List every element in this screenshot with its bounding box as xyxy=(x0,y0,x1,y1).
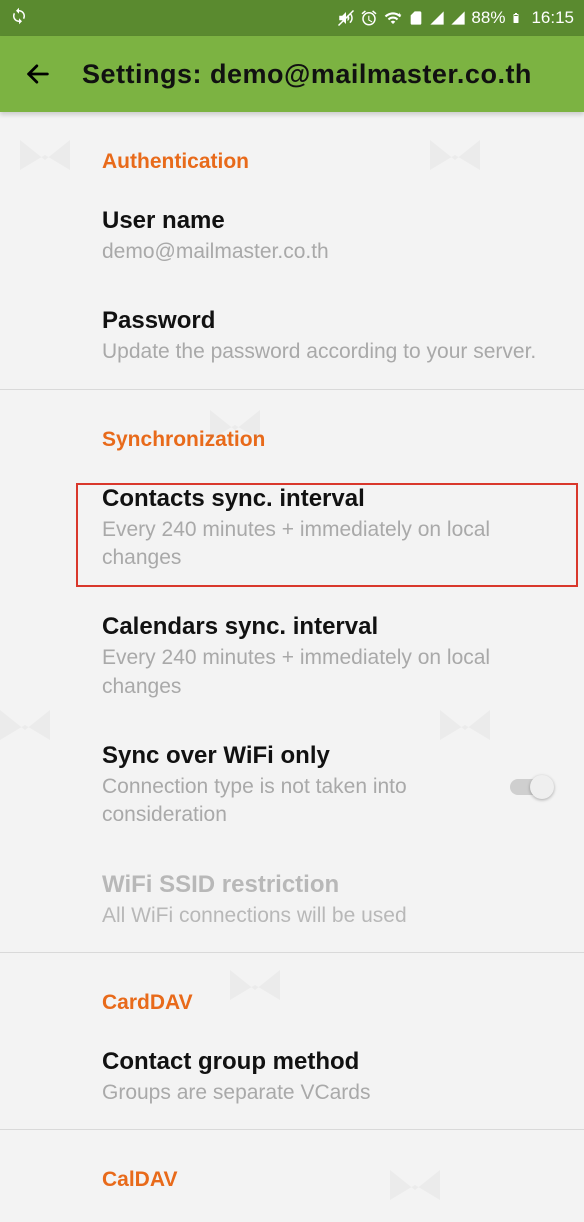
setting-wifi-ssid-restriction-title: WiFi SSID restriction xyxy=(102,870,560,900)
setting-sync-wifi-only[interactable]: Sync over WiFi only Connection type is n… xyxy=(0,723,584,852)
page-title: Settings: demo@mailmaster.co.th xyxy=(82,59,532,90)
section-header-carddav: CardDAV xyxy=(0,953,584,1029)
signal-icon-2 xyxy=(450,10,466,26)
setting-password-desc: Update the password according to your se… xyxy=(102,338,560,366)
setting-password-title: Password xyxy=(102,306,560,336)
battery-percentage: 88% xyxy=(471,8,505,28)
setting-contacts-sync-interval[interactable]: Contacts sync. interval Every 240 minute… xyxy=(0,466,584,595)
setting-contacts-sync-interval-title: Contacts sync. interval xyxy=(102,484,560,514)
setting-password[interactable]: Password Update the password according t… xyxy=(0,288,584,389)
back-button[interactable] xyxy=(24,60,52,88)
battery-icon xyxy=(510,9,522,27)
settings-content: Authentication User name demo@mailmaster… xyxy=(0,112,584,1222)
setting-contacts-sync-interval-desc: Every 240 minutes + immediately on local… xyxy=(102,516,560,573)
sync-wifi-only-toggle[interactable] xyxy=(506,775,554,799)
setting-wifi-ssid-restriction: WiFi SSID restriction All WiFi connectio… xyxy=(0,852,584,953)
signal-icon-1 xyxy=(429,10,445,26)
section-header-synchronization: Synchronization xyxy=(0,390,584,466)
setting-username-title: User name xyxy=(102,206,560,236)
svg-text:+: + xyxy=(398,12,402,19)
mute-icon xyxy=(337,9,355,27)
app-bar: Settings: demo@mailmaster.co.th xyxy=(0,36,584,112)
setting-contact-group-method-title: Contact group method xyxy=(102,1047,560,1077)
section-header-authentication: Authentication xyxy=(0,112,584,188)
sim-icon xyxy=(408,9,424,27)
setting-wifi-ssid-restriction-desc: All WiFi connections will be used xyxy=(102,902,560,930)
alarm-icon xyxy=(360,9,378,27)
setting-contact-group-method-desc: Groups are separate VCards xyxy=(102,1079,560,1107)
setting-sync-wifi-only-desc: Connection type is not taken into consid… xyxy=(102,773,560,830)
setting-sync-wifi-only-title: Sync over WiFi only xyxy=(102,741,560,771)
setting-contact-group-method[interactable]: Contact group method Groups are separate… xyxy=(0,1029,584,1130)
setting-username[interactable]: User name demo@mailmaster.co.th xyxy=(0,188,584,288)
android-status-bar: + 88% 16:15 xyxy=(0,0,584,36)
wifi-icon: + xyxy=(383,9,403,27)
clock-time: 16:15 xyxy=(531,8,574,28)
toggle-thumb xyxy=(530,775,554,799)
setting-calendars-sync-interval-title: Calendars sync. interval xyxy=(102,612,560,642)
setting-calendars-sync-interval[interactable]: Calendars sync. interval Every 240 minut… xyxy=(0,594,584,723)
setting-username-value: demo@mailmaster.co.th xyxy=(102,238,560,266)
sync-icon xyxy=(10,7,28,30)
section-header-caldav: CalDAV xyxy=(0,1130,584,1222)
setting-calendars-sync-interval-desc: Every 240 minutes + immediately on local… xyxy=(102,644,560,701)
